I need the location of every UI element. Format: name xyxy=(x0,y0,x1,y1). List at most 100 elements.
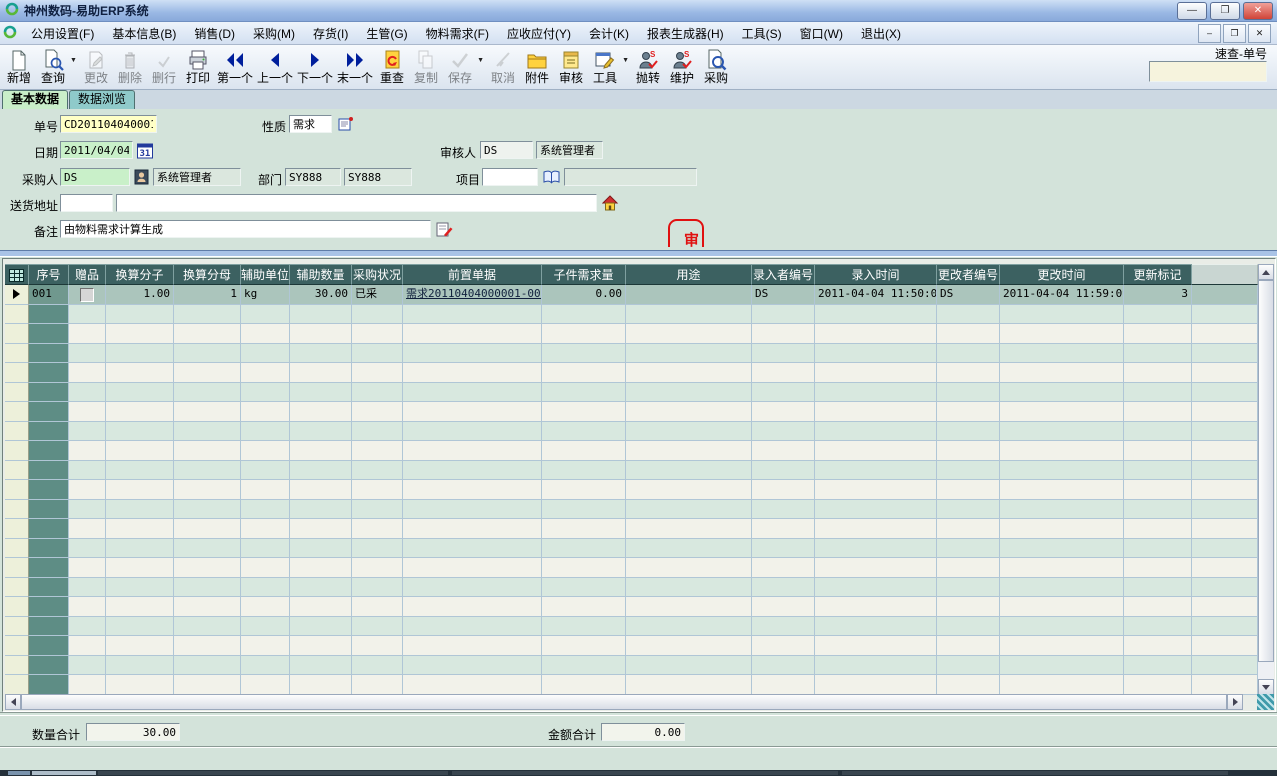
table-row-empty[interactable] xyxy=(5,500,1259,520)
dropdown-arrow-icon[interactable]: ▼ xyxy=(70,47,79,86)
tab-data-browse[interactable]: 数据浏览 xyxy=(69,90,135,109)
toolbar-button-next[interactable]: 下一个 xyxy=(295,47,335,86)
table-row-empty[interactable] xyxy=(5,617,1259,637)
horizontal-scroll-thumb[interactable] xyxy=(21,694,1227,710)
scroll-left-button[interactable] xyxy=(5,694,21,710)
vertical-scroll-thumb[interactable] xyxy=(1258,280,1274,662)
toolbar-button-search-doc[interactable]: 查询 xyxy=(36,47,70,86)
toolbar-button-printer[interactable]: 打印 xyxy=(181,47,215,86)
table-row-empty[interactable] xyxy=(5,675,1259,695)
table-row-empty[interactable] xyxy=(5,422,1259,442)
column-header-7[interactable]: 采购状况 xyxy=(352,264,403,285)
splitter[interactable] xyxy=(0,247,1277,258)
scroll-up-button[interactable] xyxy=(1258,264,1274,280)
bill-no-input[interactable] xyxy=(60,115,157,133)
menu-item-2[interactable]: 基本信息(B) xyxy=(103,22,185,45)
remark-input[interactable] xyxy=(60,220,431,238)
vertical-scrollbar[interactable] xyxy=(1258,264,1274,695)
book-lookup-icon[interactable] xyxy=(542,168,560,186)
menu-item-6[interactable]: 生管(G) xyxy=(357,22,416,45)
column-header-9[interactable]: 子件需求量 xyxy=(542,264,626,285)
table-row-empty[interactable] xyxy=(5,480,1259,500)
auditor-code-input[interactable] xyxy=(480,141,533,159)
table-row-empty[interactable] xyxy=(5,578,1259,598)
nature-input[interactable] xyxy=(289,115,332,133)
minimize-button[interactable]: — xyxy=(1177,2,1207,20)
table-row-empty[interactable] xyxy=(5,305,1259,325)
address-input[interactable] xyxy=(116,194,597,212)
table-row-empty[interactable] xyxy=(5,402,1259,422)
toolbar-button-person-transfer[interactable]: S抛转 xyxy=(631,47,665,86)
scroll-down-button[interactable] xyxy=(1258,679,1274,695)
toolbar-button-note[interactable]: 审核 xyxy=(554,47,588,86)
table-row[interactable]: 0011.001kg30.00已采需求20110404000001-0010.0… xyxy=(5,285,1259,305)
menu-item-3[interactable]: 销售(D) xyxy=(185,22,244,45)
column-header-1[interactable]: 序号 xyxy=(29,264,69,285)
remark-edit-icon[interactable] xyxy=(435,220,453,238)
mdi-restore-button[interactable]: ❐ xyxy=(1223,24,1246,43)
column-header-2[interactable]: 赠品 xyxy=(69,264,106,285)
table-row-empty[interactable] xyxy=(5,383,1259,403)
scroll-right-button[interactable] xyxy=(1227,694,1243,710)
table-row-empty[interactable] xyxy=(5,441,1259,461)
column-header-10[interactable]: 用途 xyxy=(626,264,752,285)
column-header-5[interactable]: 辅助单位 xyxy=(241,264,290,285)
table-row-empty[interactable] xyxy=(5,597,1259,617)
mdi-minimize-button[interactable]: – xyxy=(1198,24,1221,43)
mdi-close-button[interactable]: ✕ xyxy=(1248,24,1271,43)
menu-item-12[interactable]: 窗口(W) xyxy=(791,22,852,45)
table-row-empty[interactable] xyxy=(5,324,1259,344)
table-row-empty[interactable] xyxy=(5,539,1259,559)
purchaser-code-input[interactable] xyxy=(60,168,130,186)
tab-basic-data[interactable]: 基本数据 xyxy=(2,90,68,109)
toolbar-button-folder[interactable]: 附件 xyxy=(520,47,554,86)
toolbar-button-prev[interactable]: 上一个 xyxy=(255,47,295,86)
date-input[interactable] xyxy=(60,141,133,159)
dropdown-arrow-icon[interactable]: ▼ xyxy=(477,47,486,86)
menu-item-7[interactable]: 物料需求(F) xyxy=(417,22,498,45)
table-row-empty[interactable] xyxy=(5,461,1259,481)
toolbar-button-requery[interactable]: 重查 xyxy=(375,47,409,86)
column-header-14[interactable]: 更改时间 xyxy=(1000,264,1124,285)
table-row-empty[interactable] xyxy=(5,656,1259,676)
toolbar-button-last[interactable]: 末一个 xyxy=(335,47,375,86)
menu-item-9[interactable]: 会计(K) xyxy=(580,22,638,45)
menu-item-1[interactable]: 公用设置(F) xyxy=(22,22,103,45)
menu-item-5[interactable]: 存货(I) xyxy=(304,22,357,45)
column-header-12[interactable]: 录入时间 xyxy=(815,264,937,285)
menu-item-13[interactable]: 退出(X) xyxy=(852,22,910,45)
column-header-8[interactable]: 前置单据 xyxy=(403,264,542,285)
restore-button[interactable]: ❐ xyxy=(1210,2,1240,20)
table-row-empty[interactable] xyxy=(5,344,1259,364)
nature-picker-icon[interactable] xyxy=(337,115,355,133)
home-icon[interactable] xyxy=(601,194,619,212)
table-row-empty[interactable] xyxy=(5,363,1259,383)
table-row-empty[interactable] xyxy=(5,558,1259,578)
quick-search-input[interactable] xyxy=(1149,61,1267,82)
toolbar-button-tools[interactable]: 工具 xyxy=(588,47,622,86)
project-code-input[interactable] xyxy=(482,168,538,186)
calendar-icon[interactable]: 31 xyxy=(136,142,154,160)
toolbar-button-new-doc[interactable]: 新增 xyxy=(2,47,36,86)
toolbar-button-person-maintain[interactable]: S维护 xyxy=(665,47,699,86)
resize-grip[interactable] xyxy=(1257,694,1274,710)
column-header-11[interactable]: 录入者编号 xyxy=(752,264,815,285)
source-doc-link[interactable]: 需求20110404000001-001 xyxy=(406,287,542,300)
toolbar-button-search-purchase[interactable]: 采购 xyxy=(699,47,733,86)
column-header-15[interactable]: 更新标记 xyxy=(1124,264,1192,285)
column-header-4[interactable]: 换算分母 xyxy=(174,264,241,285)
close-button[interactable]: ✕ xyxy=(1243,2,1273,20)
menu-item-4[interactable]: 采购(M) xyxy=(244,22,304,45)
column-header-13[interactable]: 更改者编号 xyxy=(937,264,1000,285)
menu-item-11[interactable]: 工具(S) xyxy=(733,22,791,45)
menu-item-10[interactable]: 报表生成器(H) xyxy=(638,22,733,45)
table-row-empty[interactable] xyxy=(5,519,1259,539)
toolbar-button-first[interactable]: 第一个 xyxy=(215,47,255,86)
horizontal-scrollbar[interactable] xyxy=(5,694,1243,710)
table-row-empty[interactable] xyxy=(5,636,1259,656)
person-lookup-icon[interactable] xyxy=(133,168,151,186)
column-header-6[interactable]: 辅助数量 xyxy=(290,264,352,285)
menu-item-8[interactable]: 应收应付(Y) xyxy=(498,22,580,45)
address-code-input[interactable] xyxy=(60,194,113,212)
column-header-3[interactable]: 换算分子 xyxy=(106,264,174,285)
